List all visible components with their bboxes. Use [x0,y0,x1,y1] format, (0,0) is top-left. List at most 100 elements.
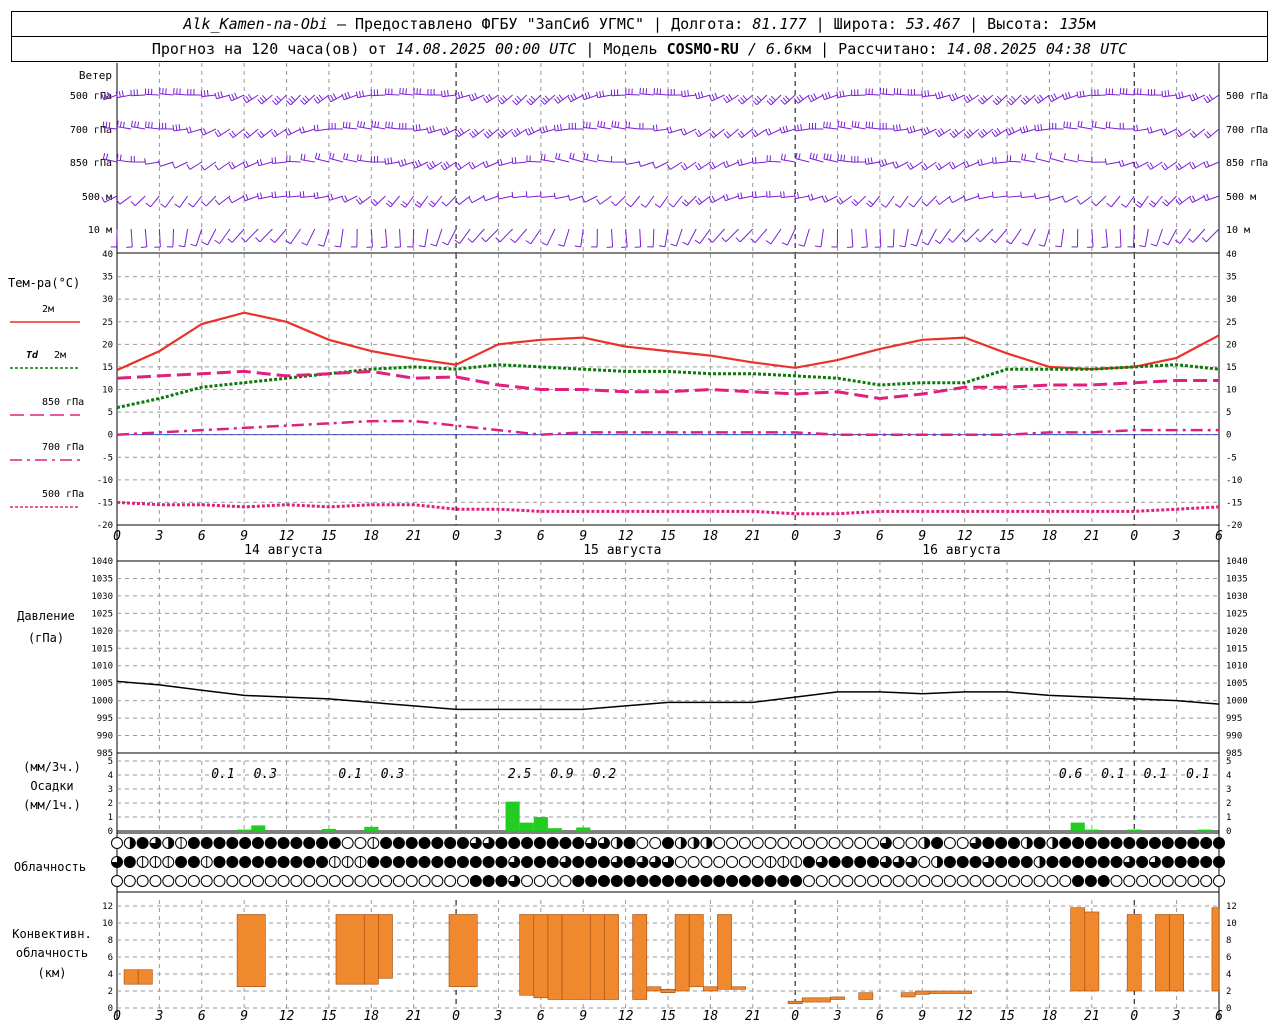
wind-barb-flag [810,193,814,200]
wind-barb-flag [1201,237,1207,243]
wind-barb-flag [553,124,556,132]
wind-barb-flag [975,237,981,243]
wind-barb-flag [373,198,378,204]
wind-barb-flag [360,121,363,128]
wind-barb [1091,228,1094,247]
cloud-symbol-fill [1098,856,1110,868]
wind-barb [673,195,683,208]
cloud-symbol [854,875,867,887]
wind-barb-flag [880,203,887,208]
conv-bar [378,914,393,979]
wind-barb-flag [821,196,826,203]
wind-barb [915,228,923,247]
wind-barb [1134,128,1149,132]
wind-barb-flag [514,97,520,103]
precip-ytick-right: 4 [1226,771,1231,781]
wind-barb [625,228,628,247]
wind-barb-flag [130,201,136,207]
temp-xtick: 9 [579,529,587,544]
wind-barb-flag [148,121,150,128]
wind-barb-flag [995,157,997,164]
wind-barb [583,158,598,163]
wind-barb-flag [287,128,292,135]
wind-barb-flag [668,202,674,208]
conv-xtick: 15 [660,1009,676,1024]
wind-barb-flag [345,121,348,128]
wind-barb [259,228,273,243]
wind-barb [130,228,133,247]
day-label: 15 августа [583,543,661,558]
wind-barb-flag [271,157,274,164]
precip-ytick-left: 2 [108,799,113,809]
wind-barb-flag [361,90,365,97]
wind-barb-flag [403,158,407,165]
wind-barb-flag [1006,191,1008,198]
cloud-symbol-fill [1110,856,1122,868]
conv-title-2: облачность [16,946,88,960]
wind-barb [343,127,358,130]
wind-barb-flag [766,191,768,198]
wind-barb-flag [525,129,529,136]
wind-barb [754,228,768,243]
wind-barb-flag [1192,130,1197,137]
wind-barb-flag [781,242,788,246]
wind-barb-flag [543,154,546,161]
cloud-symbol [892,875,905,887]
wind-barb-flag [596,91,599,98]
wind-barb-flag [654,203,661,208]
cloud-symbol-fill [1072,837,1084,849]
wind-barb [756,94,768,106]
wind-barb-flag [879,87,882,94]
cloud-symbol [1059,875,1072,887]
wind-barb-flag [290,95,296,101]
cloud-symbol-fill [175,856,187,868]
wind-barb-flag [203,90,206,97]
cloud-symbol [790,837,803,849]
wind-barb [615,195,626,207]
wind-barb [486,94,499,104]
wind-barb-flag [1025,95,1030,101]
cloud-symbol-fill [1008,856,1020,868]
conv-bar [801,997,831,1003]
wind-barb-flag [344,92,348,99]
wind-barb-flag [178,124,181,131]
wind-barb [652,228,655,248]
wind-barb [286,160,301,163]
cloud-symbol [1148,875,1161,887]
wind-barb-flag [400,159,404,166]
wind-barb-flag [1203,97,1208,104]
wind-barb-flag [827,91,831,98]
cloud-symbol-fill [1026,837,1033,849]
wind-barb-flag [640,203,647,208]
wind-barb-flag [332,153,335,160]
wind-barb-flag [1163,163,1169,169]
wind-barb-flag [821,93,825,100]
wind-barb-flag [359,154,362,161]
wind-barb-flag [502,128,507,135]
conv-bar [604,914,619,1000]
cloud-symbol-fill [406,856,418,868]
wind-barb-flag [385,202,392,208]
wind-barb-flag [865,121,868,128]
cloud-symbol-fill [290,837,302,849]
temp-ytick-left: -10 [97,476,113,486]
wind-barb-flag [589,122,591,129]
wind-barb-flag [344,195,348,202]
wind-barb [158,228,161,248]
wind-barb-flag [868,200,874,205]
wind-barb [1010,228,1022,245]
wind-barb-flag [954,128,959,135]
conv-xtick: 3 [833,1009,842,1024]
cloud-symbol [918,875,931,887]
wind-barb [625,126,640,130]
precip-bar [1070,822,1085,831]
wind-barb-flag [314,152,318,159]
wind-barb-flag [708,163,713,170]
cloud-symbol [213,875,226,887]
wind-barb [315,195,330,200]
wind-barb-flag [234,92,238,99]
wind-barb-flag [1034,98,1039,104]
wind-barb [939,195,951,205]
conv-bar [533,914,549,999]
wind-barb [131,94,146,97]
